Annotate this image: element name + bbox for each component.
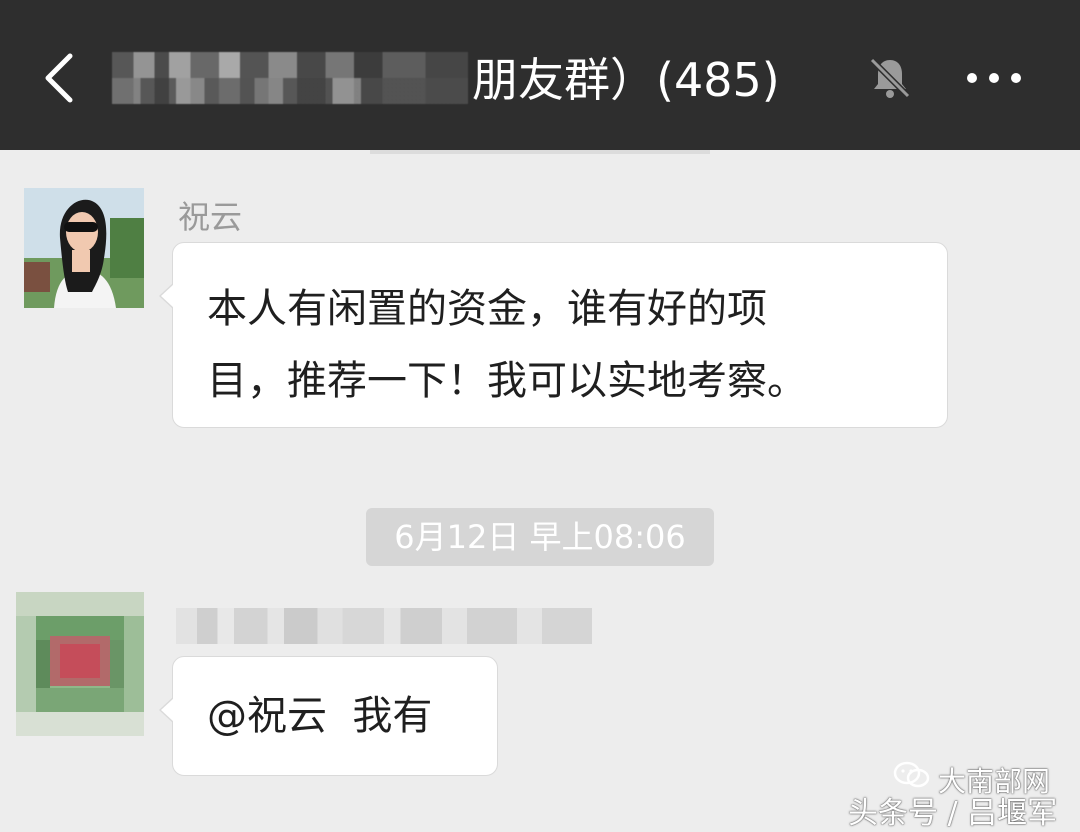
wechat-logo-icon bbox=[893, 761, 930, 788]
more-dots-icon[interactable] bbox=[962, 60, 1026, 96]
timestamp-pill: 6月12日 早上08:06 bbox=[366, 508, 714, 566]
chevron-left-icon[interactable] bbox=[36, 48, 86, 108]
blurred-avatar-icon bbox=[16, 592, 144, 736]
watermark-author: 头条号 / 吕堰军 bbox=[848, 796, 1058, 831]
avatar[interactable] bbox=[16, 592, 144, 736]
sender-name-pixelated bbox=[176, 608, 592, 644]
watermark: 大南部网 头条号 / 吕堰军 bbox=[848, 760, 1068, 831]
message-line: 目，推荐一下！我可以实地考察。 bbox=[207, 358, 807, 404]
sender-name: 祝云 bbox=[178, 198, 243, 236]
bell-muted-icon bbox=[869, 57, 911, 99]
chat-header: 朋友群）(485) bbox=[0, 0, 1080, 150]
message-bubble[interactable]: 本人有闲置的资金，谁有好的项 目，推荐一下！我可以实地考察。 bbox=[159, 242, 948, 428]
avatar[interactable] bbox=[24, 188, 144, 308]
message-line: 本人有闲置的资金，谁有好的项 bbox=[207, 286, 767, 332]
chat-title: 朋友群）(485) bbox=[472, 53, 780, 107]
message-bubble[interactable]: @祝云 我有 bbox=[159, 656, 498, 776]
header-shadow bbox=[370, 150, 710, 154]
group-name-pixelated bbox=[112, 52, 468, 104]
profile-photo-icon bbox=[24, 188, 144, 308]
